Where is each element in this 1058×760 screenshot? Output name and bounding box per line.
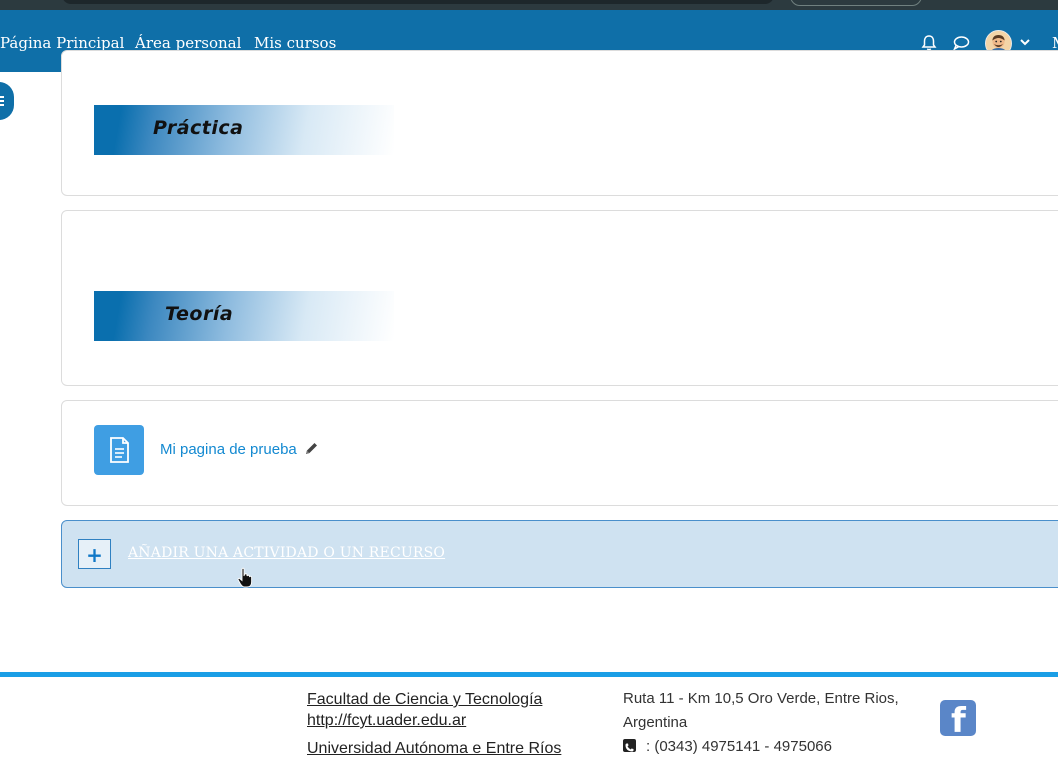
drawer-toggle-button[interactable]	[0, 82, 14, 120]
page-icon-box[interactable]	[94, 425, 144, 475]
facebook-icon[interactable]: f	[940, 700, 976, 736]
chevron-down-icon[interactable]	[1019, 37, 1031, 47]
add-activity-plus-button[interactable]: +	[78, 539, 111, 569]
section-banner: Práctica	[94, 105, 394, 155]
add-activity-link[interactable]: AÑADIR UNA ACTIVIDAD O UN RECURSO	[128, 545, 445, 561]
footer-university-link[interactable]: Universidad Autónoma e Entre Ríos	[307, 740, 561, 758]
plus-icon: +	[86, 543, 103, 567]
activity-link[interactable]: Mi pagina de prueba	[160, 441, 297, 458]
browser-top-strip	[0, 0, 1058, 10]
section-banner-title: Práctica	[153, 117, 244, 139]
pencil-icon[interactable]	[304, 441, 319, 456]
section-banner: Teoría	[94, 291, 394, 341]
section-banner-title: Teoría	[165, 303, 234, 325]
section-card-practica: Práctica	[61, 50, 1058, 196]
section-card-teoria: Teoría	[61, 210, 1058, 386]
footer-country: Argentina	[623, 714, 688, 731]
menu-lines-icon	[0, 96, 4, 106]
phone-icon	[623, 739, 636, 752]
hand-cursor-icon	[237, 567, 253, 588]
facebook-glyph: f	[951, 701, 966, 736]
footer-accent-line	[0, 672, 1058, 677]
footer-phone: : (0343) 4975141 - 4975066	[646, 738, 832, 755]
activity-card: Mi pagina de prueba	[61, 400, 1058, 506]
phone-handset-icon	[625, 743, 634, 752]
address-bar[interactable]	[62, 0, 774, 4]
footer-faculty-link[interactable]: Facultad de Ciencia y Tecnología	[307, 691, 542, 709]
footer-url-link[interactable]: http://fcyt.uader.edu.ar	[307, 712, 466, 730]
browser-button[interactable]	[790, 0, 922, 6]
footer-address: Ruta 11 - Km 10,5 Oro Verde, Entre Rios,	[623, 690, 899, 707]
add-activity-box[interactable]: + AÑADIR UNA ACTIVIDAD O UN RECURSO	[61, 520, 1058, 588]
document-icon	[110, 437, 129, 463]
